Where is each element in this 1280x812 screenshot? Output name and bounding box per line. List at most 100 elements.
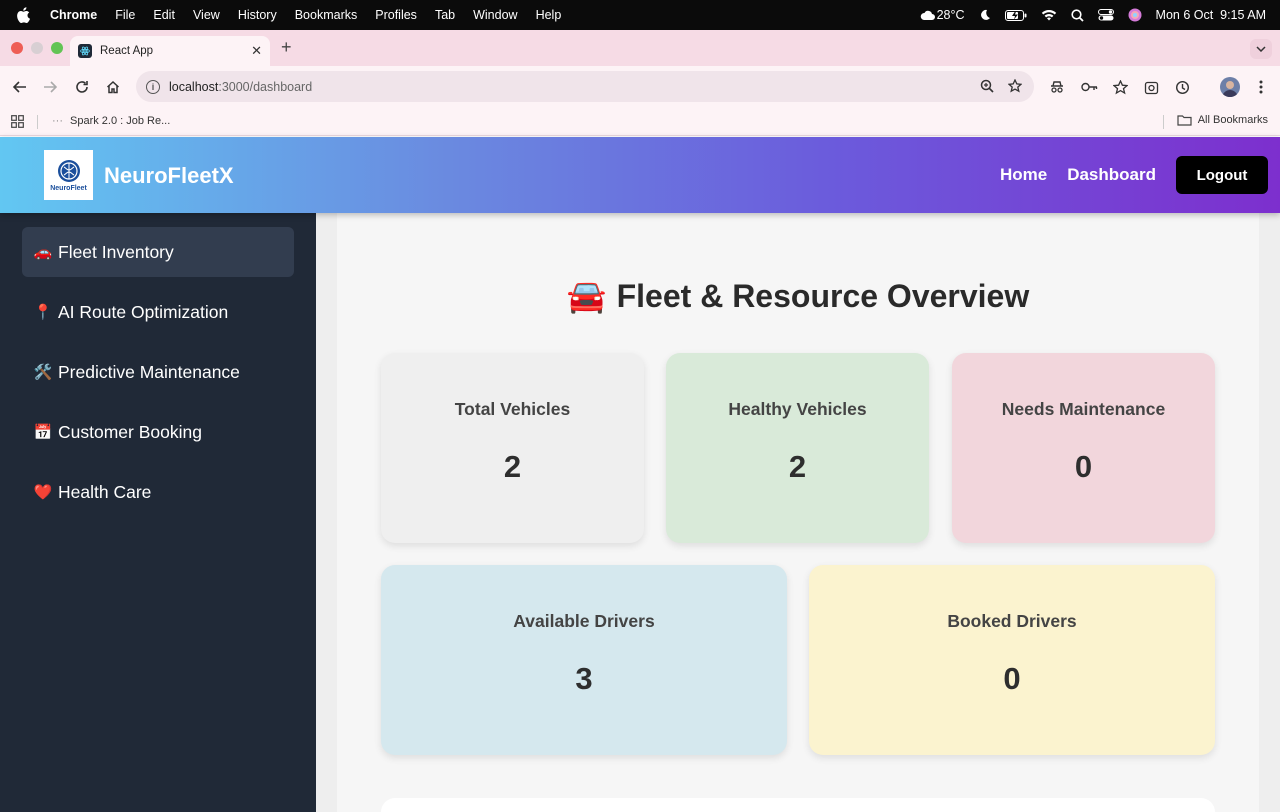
stat-card-value: 2 [788, 449, 807, 484]
sidebar-item-ai-route-optimization[interactable]: 📍 AI Route Optimization [22, 287, 294, 337]
screenshot-extension-icon[interactable] [1142, 78, 1160, 96]
stat-card-label: Needs Maintenance [1001, 399, 1166, 419]
apps-grid-icon[interactable] [11, 115, 24, 131]
site-info-icon[interactable]: i [146, 79, 160, 94]
logout-button[interactable]: Logout [1176, 156, 1268, 194]
browser-toolbar: i localhost:3000/dashboard [0, 66, 1280, 107]
folder-icon [1177, 115, 1192, 126]
stat-card-value: 0 [1003, 661, 1021, 696]
zoom-window-button[interactable] [51, 42, 63, 54]
sidebar-item-fleet-inventory[interactable]: 🚗 Fleet Inventory [22, 227, 294, 277]
menu-bookmarks[interactable]: Bookmarks [295, 8, 358, 22]
stat-card-value: 2 [503, 449, 522, 484]
stat-card-label: Total Vehicles [454, 399, 571, 419]
all-bookmarks-label: All Bookmarks [1197, 114, 1268, 126]
next-section-card [381, 798, 1215, 812]
menu-file[interactable]: File [115, 8, 135, 22]
menu-edit[interactable]: Edit [153, 8, 175, 22]
menu-history[interactable]: History [238, 8, 277, 22]
chrome-menu-kebab-icon[interactable] [1252, 78, 1270, 96]
reload-icon[interactable] [73, 78, 91, 96]
menu-view[interactable]: View [193, 8, 220, 22]
password-key-icon[interactable] [1080, 78, 1098, 96]
sidebar-item-customer-booking[interactable]: 📅 Customer Booking [22, 407, 294, 457]
nav-dashboard-link[interactable]: Dashboard [1067, 165, 1156, 185]
sidebar-item-predictive-maintenance[interactable]: 🛠️ Predictive Maintenance [22, 347, 294, 397]
stat-card-label: Booked Drivers [947, 611, 1077, 631]
sidebar-item-label: Fleet Inventory [58, 241, 174, 262]
all-bookmarks-button[interactable]: All Bookmarks [1177, 114, 1268, 126]
stat-card-value: 0 [1074, 449, 1093, 484]
apple-icon[interactable] [16, 7, 32, 23]
spotlight-search-icon[interactable] [1070, 8, 1084, 22]
stat-card-value: 3 [575, 661, 593, 696]
sidebar-item-label: Predictive Maintenance [58, 361, 240, 382]
close-window-button[interactable] [11, 42, 23, 54]
omnibox-actions [980, 78, 1023, 96]
weather-status[interactable]: 28°C [920, 8, 965, 22]
macos-menubar: Chrome File Edit View History Bookmarks … [0, 0, 1280, 30]
tab-title: React App [100, 45, 154, 57]
history-clock-icon[interactable] [1173, 78, 1191, 96]
car-icon: 🚗 [33, 244, 53, 261]
address-bar[interactable]: i localhost:3000/dashboard [136, 71, 1034, 102]
menu-window[interactable]: Window [473, 8, 517, 22]
sidebar: 🚗 Fleet Inventory 📍 AI Route Optimizatio… [0, 213, 316, 812]
close-tab-icon[interactable]: ✕ [251, 43, 262, 59]
bookmarks-bar: ··· Spark 2.0 : Job Re... All Bookmarks [0, 107, 1280, 136]
bookmark-star-icon[interactable] [1007, 78, 1023, 96]
stat-card-needs-maintenance: Needs Maintenance 0 [952, 353, 1215, 543]
new-tab-plus-icon[interactable]: + [281, 37, 292, 58]
bookmark-spark-label: Spark 2.0 : Job Re... [70, 115, 171, 127]
bookmark-dots-icon: ··· [52, 115, 63, 127]
pin-icon: 📍 [33, 304, 53, 321]
window-controls [11, 42, 63, 54]
forward-arrow-icon[interactable] [41, 78, 59, 96]
menu-help[interactable]: Help [536, 8, 562, 22]
bookmarks-divider-right [1163, 115, 1164, 129]
calendar-icon: 📅 [33, 424, 53, 441]
brand-logo[interactable]: NeuroFleet [44, 150, 93, 200]
brain-logo-icon [57, 159, 80, 182]
browser-tabstrip: React App ✕ [0, 30, 1280, 66]
overview-panel: 🚘 Fleet & Resource Overview Total Vehicl… [337, 213, 1259, 812]
moon-icon[interactable] [979, 9, 991, 21]
menu-tab[interactable]: Tab [435, 8, 455, 22]
stat-card-healthy-vehicles: Healthy Vehicles 2 [666, 353, 929, 543]
url-host: localhost [169, 79, 219, 94]
tab-search-chevron-icon[interactable] [1250, 39, 1272, 59]
stat-card-label: Available Drivers [513, 611, 655, 631]
menu-app-chrome[interactable]: Chrome [50, 8, 97, 22]
nav-home-link[interactable]: Home [1000, 165, 1047, 185]
sidebar-item-label: AI Route Optimization [58, 301, 229, 322]
battery-icon[interactable] [1004, 9, 1027, 21]
heart-icon: ❤️ [33, 484, 53, 501]
siri-icon[interactable] [1128, 8, 1142, 22]
top-nav: Home Dashboard Logout [1000, 156, 1268, 194]
favorites-star-icon[interactable] [1111, 78, 1129, 96]
logo-text: NeuroFleet [50, 184, 87, 192]
minimize-window-button[interactable] [31, 42, 43, 54]
back-arrow-icon[interactable] [11, 78, 29, 96]
clock-datetime[interactable]: Mon 6 Oct 9:15 AM [1156, 8, 1266, 22]
status-area: 28°C Mon 6 Oct 9:15 AM [920, 0, 1266, 30]
zoom-icon[interactable] [980, 79, 994, 96]
stat-card-total-vehicles: Total Vehicles 2 [381, 353, 644, 543]
cloud-icon [920, 10, 935, 20]
control-center-icon[interactable] [1097, 9, 1114, 21]
brand-name[interactable]: NeuroFleetX [104, 163, 234, 189]
incognito-extension-icon[interactable] [1048, 78, 1066, 96]
wifi-icon[interactable] [1041, 9, 1057, 21]
sidebar-item-health-care[interactable]: ❤️ Health Care [22, 467, 294, 517]
stat-card-booked-drivers: Booked Drivers 0 [809, 565, 1215, 755]
tab-react-app[interactable]: React App ✕ [70, 36, 270, 66]
menu-profiles[interactable]: Profiles [375, 8, 417, 22]
profile-avatar[interactable] [1220, 77, 1240, 97]
tools-icon: 🛠️ [33, 364, 53, 381]
sidebar-item-label: Customer Booking [58, 421, 202, 442]
main-content: 🚘 Fleet & Resource Overview Total Vehicl… [316, 213, 1280, 812]
page-title: 🚘 Fleet & Resource Overview [337, 277, 1259, 315]
home-icon[interactable] [104, 78, 122, 96]
app-navbar: NeuroFleet NeuroFleetX Home Dashboard Lo… [0, 137, 1280, 213]
bookmark-spark[interactable]: ··· Spark 2.0 : Job Re... [52, 115, 170, 127]
